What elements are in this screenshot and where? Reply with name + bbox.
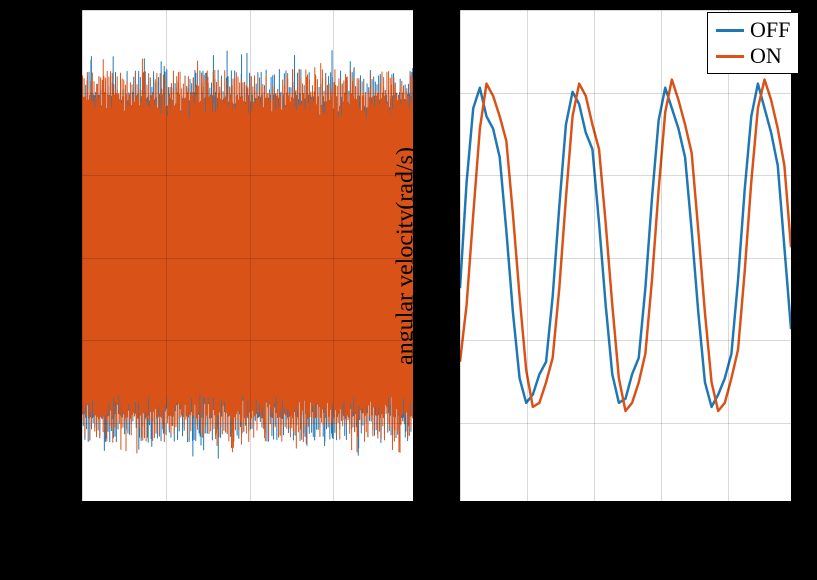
x-tick-label: 10.06 — [634, 509, 684, 535]
y-tick-label: -2 — [50, 408, 74, 434]
x-tick-label: 15 — [320, 509, 342, 535]
y-tick-label: 3 — [50, 0, 74, 21]
x-tick-label: 0 — [75, 509, 86, 535]
y-tick-label: -3 — [428, 490, 452, 516]
y-tick-label: 0 — [50, 243, 74, 269]
x-tick-label: 10.02 — [500, 509, 550, 535]
x-tick-label: 10.1 — [774, 509, 813, 535]
legend-swatch-on — [716, 55, 744, 58]
left-plot — [80, 8, 415, 503]
y-tick-label: 3 — [428, 0, 452, 21]
x-tick-label: 5 — [158, 509, 169, 535]
y-tick-label: -1 — [50, 325, 74, 351]
y-tick-label: -3 — [50, 490, 74, 516]
y-tick-label: -1 — [428, 325, 452, 351]
y-tick-label: 2 — [428, 78, 452, 104]
x-tick-label: 10.04 — [567, 509, 617, 535]
x-tick-label: 10.08 — [701, 509, 751, 535]
y-tick-label: -2 — [428, 408, 452, 434]
y-tick-label: 2 — [50, 78, 74, 104]
y-tick-label: 1 — [50, 160, 74, 186]
left-y-axis-label: angular velocity(rad/s) — [15, 147, 42, 365]
left-x-axis-label: time(s) — [214, 537, 282, 564]
x-tick-label: 10 — [237, 509, 259, 535]
y-tick-label: 0 — [428, 243, 452, 269]
right-x-axis-label: time(s) — [592, 537, 660, 564]
y-tick-label: 1 — [428, 160, 452, 186]
x-tick-label: 20 — [404, 509, 426, 535]
legend: OFF ON — [707, 12, 799, 74]
legend-label-on: ON — [750, 43, 782, 69]
right-y-axis-label: angular velocity(rad/s) — [393, 147, 420, 365]
legend-swatch-off — [716, 29, 744, 32]
right-plot — [458, 8, 793, 503]
legend-label-off: OFF — [750, 17, 790, 43]
